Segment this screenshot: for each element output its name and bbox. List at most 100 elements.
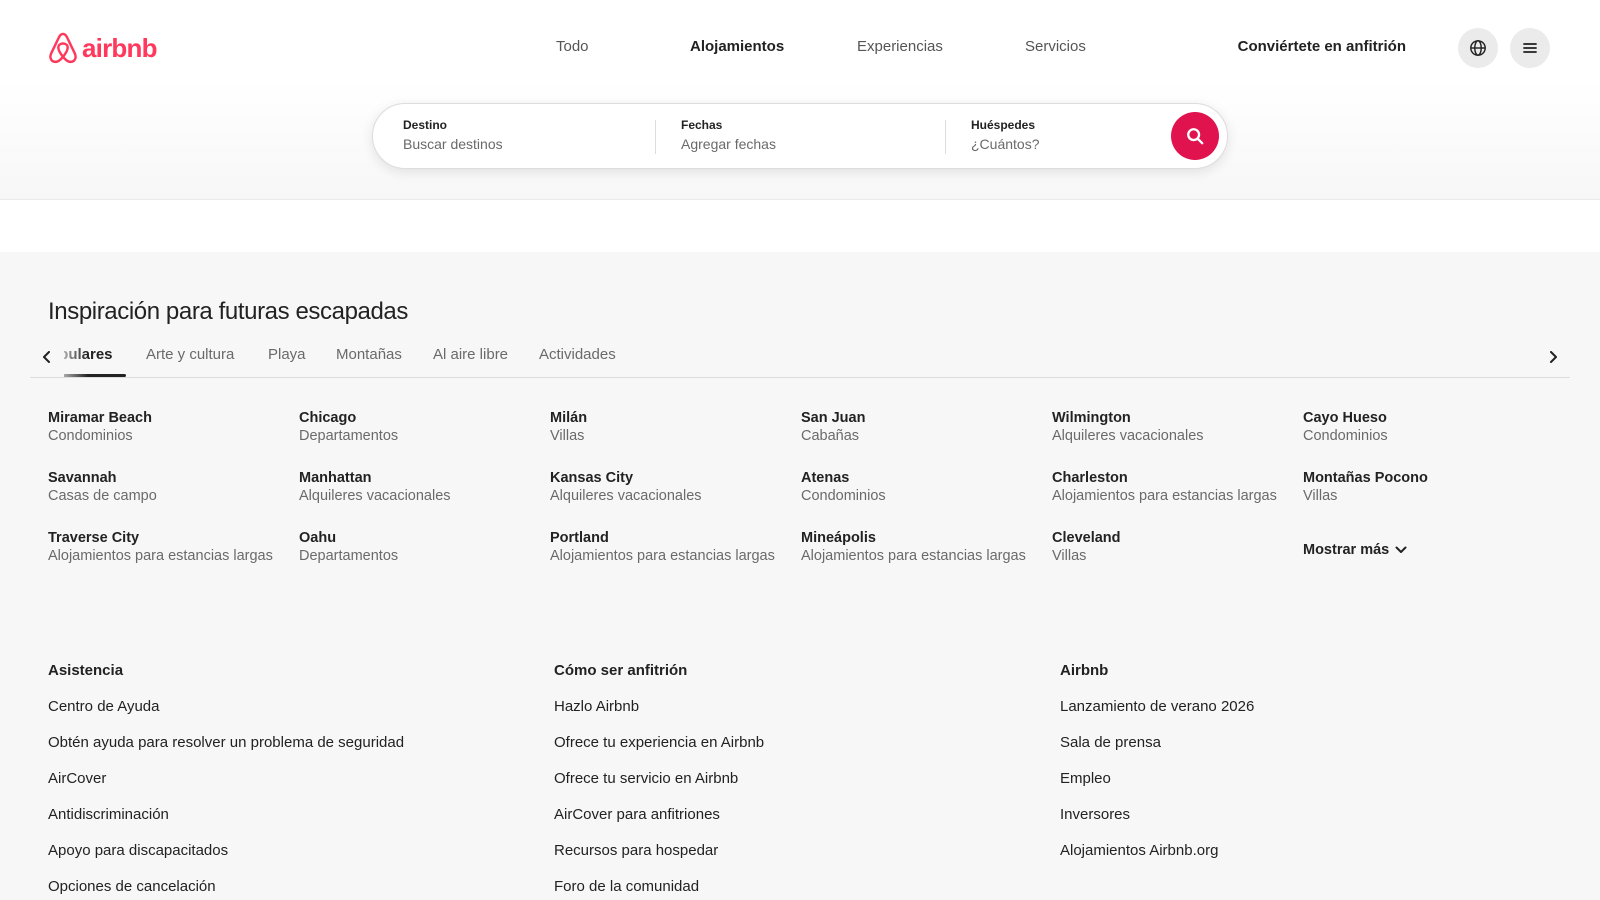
tabs-scroll-left[interactable] — [30, 336, 64, 377]
footer-link[interactable]: Foro de la comunidad — [554, 878, 764, 900]
destination-label: Destino — [403, 118, 448, 132]
destination-city: Atenas — [801, 470, 850, 486]
destination-city: Miramar Beach — [48, 410, 152, 426]
destination-type: Alojamientos para estancias largas — [1052, 488, 1277, 504]
destination-item[interactable]: Charleston Alojamientos para estancias la… — [1052, 470, 1303, 510]
footer-link[interactable]: Lanzamiento de verano 2026 — [1060, 698, 1254, 734]
tab-montanas[interactable]: Montañas — [336, 346, 402, 363]
hamburger-menu-icon — [1523, 43, 1537, 53]
destination-item[interactable]: Mineápolis Alojamientos para estancias la… — [801, 530, 1052, 570]
destination-item[interactable]: Portland Alojamientos para estancias larg… — [550, 530, 801, 570]
show-more-button[interactable]: Mostrar más — [1303, 530, 1554, 570]
destination-input[interactable] — [403, 136, 603, 152]
guests-segment[interactable]: Huéspedes — [971, 104, 1151, 168]
destination-type: Alojamientos para estancias largas — [550, 548, 775, 564]
destination-item[interactable]: Wilmington Alquileres vacacionales — [1052, 410, 1303, 450]
destination-item[interactable]: Savannah Casas de campo — [48, 470, 299, 510]
destination-city: Wilmington — [1052, 410, 1131, 426]
nav-todo[interactable]: Todo — [556, 38, 589, 55]
globe-icon — [1470, 40, 1486, 56]
footer-column-anfitrion: Cómo ser anfitrión Hazlo Airbnb Ofrece t… — [554, 662, 764, 900]
destination-type: Alquileres vacacionales — [299, 488, 451, 504]
destination-type: Condominios — [801, 488, 886, 504]
top-header: airbnb Todo Alojamientos Experiencias Se… — [0, 0, 1600, 200]
destination-item[interactable]: Oahu Departamentos — [299, 530, 550, 570]
nav-alojamientos[interactable]: Alojamientos — [690, 38, 784, 55]
destination-city: Portland — [550, 530, 609, 546]
destination-item[interactable]: Cleveland Villas — [1052, 530, 1303, 570]
footer-heading: Airbnb — [1060, 662, 1109, 679]
destination-item[interactable]: Atenas Condominios — [801, 470, 1052, 510]
tab-al-aire-libre[interactable]: Al aire libre — [433, 346, 508, 363]
become-host-link[interactable]: Conviértete en anfitrión — [1238, 38, 1406, 55]
footer-heading: Asistencia — [48, 662, 124, 679]
footer-link[interactable]: Antidiscriminación — [48, 806, 404, 842]
guests-label: Huéspedes — [971, 118, 1036, 132]
footer-link[interactable]: Hazlo Airbnb — [554, 698, 764, 734]
search-divider — [655, 120, 656, 154]
tabs-scroll-right[interactable] — [1536, 336, 1570, 377]
destination-segment[interactable]: Destino — [403, 104, 663, 168]
destination-city: Traverse City — [48, 530, 140, 546]
destination-city: Savannah — [48, 470, 117, 486]
search-icon — [1187, 128, 1204, 145]
footer-link[interactable]: Centro de Ayuda — [48, 698, 404, 734]
destination-type: Alquileres vacacionales — [1052, 428, 1204, 444]
guests-input[interactable] — [971, 136, 1141, 152]
destination-item[interactable]: Milán Villas — [550, 410, 801, 450]
destination-item[interactable]: Cayo Hueso Condominios — [1303, 410, 1554, 450]
footer-link[interactable]: Ofrece tu servicio en Airbnb — [554, 770, 764, 806]
footer-link[interactable]: Empleo — [1060, 770, 1254, 806]
destination-item[interactable]: Kansas City Alquileres vacacionales — [550, 470, 801, 510]
section-title: Inspiración para futuras escapadas — [48, 298, 408, 325]
destination-type: Cabañas — [801, 428, 860, 444]
tab-playa[interactable]: Playa — [268, 346, 306, 363]
nav-servicios[interactable]: Servicios — [1025, 38, 1086, 55]
search-divider — [945, 120, 946, 154]
destination-city: Charleston — [1052, 470, 1128, 486]
footer-column-asistencia: Asistencia Centro de Ayuda Obtén ayuda p… — [48, 662, 404, 900]
destination-item[interactable]: Chicago Departamentos — [299, 410, 550, 450]
destination-type: Condominios — [48, 428, 133, 444]
footer-column-airbnb: Airbnb Lanzamiento de verano 2026 Sala d… — [1060, 662, 1254, 878]
dates-segment[interactable]: Fechas — [681, 104, 951, 168]
footer-link[interactable]: Obtén ayuda para resolver un problema de… — [48, 734, 404, 770]
footer-link[interactable]: Alojamientos Airbnb.org — [1060, 842, 1254, 878]
tab-actividades[interactable]: Actividades — [539, 346, 616, 363]
destination-item[interactable]: Montañas Pocono Villas — [1303, 470, 1554, 510]
dates-input[interactable] — [681, 136, 881, 152]
footer-link[interactable]: Sala de prensa — [1060, 734, 1254, 770]
show-more-label: Mostrar más — [1303, 542, 1390, 558]
destination-city: Manhattan — [299, 470, 372, 486]
footer-link[interactable]: AirCover — [48, 770, 404, 806]
chevron-right-icon — [1550, 351, 1557, 363]
site-footer: Asistencia Centro de Ayuda Obtén ayuda p… — [0, 616, 1600, 900]
destination-type: Condominios — [1303, 428, 1388, 444]
destination-item[interactable]: Miramar Beach Condominios — [48, 410, 299, 450]
search-button[interactable] — [1171, 112, 1219, 160]
nav-experiencias[interactable]: Experiencias — [857, 38, 943, 55]
search-bar: Destino Fechas Huéspedes — [372, 103, 1228, 169]
inspiration-tabs: Populares Arte y cultura Playa Montañas … — [30, 336, 1570, 378]
footer-link[interactable]: Opciones de cancelación — [48, 878, 404, 900]
destinations-grid: Miramar Beach Condominios Chicago Departam… — [48, 410, 1558, 570]
destination-city: San Juan — [801, 410, 866, 426]
destination-item[interactable]: San Juan Cabañas — [801, 410, 1052, 450]
footer-link[interactable]: Ofrece tu experiencia en Airbnb — [554, 734, 764, 770]
destination-type: Villas — [550, 428, 585, 444]
menu-button[interactable] — [1510, 28, 1550, 68]
inspiration-section: Inspiración para futuras escapadas Popul… — [0, 252, 1600, 616]
destination-type: Alojamientos para estancias largas — [801, 548, 1026, 564]
tabs-fade — [1466, 336, 1536, 377]
footer-link[interactable]: Apoyo para discapacitados — [48, 842, 404, 878]
chevron-left-icon — [43, 351, 50, 363]
language-button[interactable] — [1458, 28, 1498, 68]
footer-link[interactable]: Recursos para hospedar — [554, 842, 764, 878]
footer-link[interactable]: AirCover para anfitriones — [554, 806, 764, 842]
tab-arte-y-cultura[interactable]: Arte y cultura — [146, 346, 234, 363]
destination-item[interactable]: Traverse City Alojamientos para estancias… — [48, 530, 299, 570]
destination-item[interactable]: Manhattan Alquileres vacacionales — [299, 470, 550, 510]
destination-type: Departamentos — [299, 428, 399, 444]
footer-link[interactable]: Inversores — [1060, 806, 1254, 842]
chevron-down-icon — [1395, 546, 1407, 553]
